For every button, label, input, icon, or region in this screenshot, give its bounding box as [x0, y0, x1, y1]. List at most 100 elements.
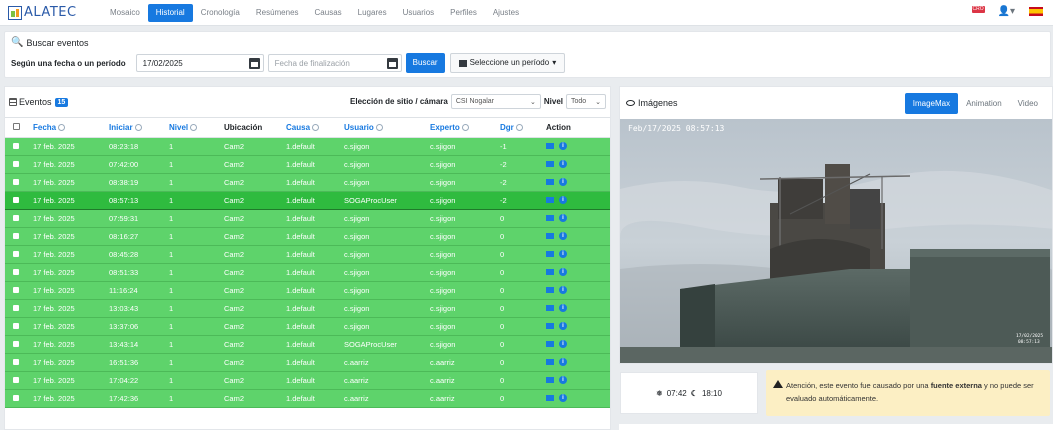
tab-video[interactable]: Video: [1010, 93, 1046, 114]
table-row[interactable]: 17 feb. 2025 17:42:36 1 Cam2 1.default c.aarr…: [5, 389, 610, 408]
info-icon[interactable]: i: [559, 178, 567, 186]
row-checkbox[interactable]: [5, 137, 29, 156]
row-checkbox[interactable]: [5, 281, 29, 300]
calendar-icon[interactable]: [248, 57, 260, 69]
mail-icon[interactable]: [546, 287, 554, 293]
notifications-icon[interactable]: CRO: [970, 6, 985, 17]
info-icon[interactable]: i: [559, 340, 567, 348]
column-header-7[interactable]: Dgr: [496, 117, 542, 138]
table-row[interactable]: 17 feb. 2025 13:37:06 1 Cam2 1.default c.sjig…: [5, 317, 610, 336]
camera-image[interactable]: Feb/17/2025 08:57:13 17/02/2025 08:57:13: [620, 119, 1053, 364]
info-icon[interactable]: i: [559, 268, 567, 276]
row-checkbox[interactable]: [5, 299, 29, 318]
nav-item-4[interactable]: Causas: [307, 4, 350, 22]
info-icon[interactable]: i: [559, 214, 567, 222]
row-checkbox[interactable]: [5, 227, 29, 246]
mail-icon[interactable]: [546, 395, 554, 401]
column-header-4[interactable]: Causa: [282, 117, 340, 138]
table-row[interactable]: 17 feb. 2025 08:45:28 1 Cam2 1.default c.sjig…: [5, 245, 610, 264]
table-row[interactable]: 17 feb. 2025 08:57:13 1 Cam2 1.default SOGAPr…: [5, 191, 610, 210]
info-icon[interactable]: i: [559, 394, 567, 402]
table-row[interactable]: 17 feb. 2025 07:59:31 1 Cam2 1.default c.sjig…: [5, 209, 610, 228]
mail-icon[interactable]: [546, 305, 554, 311]
sort-icon[interactable]: [461, 124, 469, 131]
mail-icon[interactable]: [546, 161, 554, 167]
sort-icon[interactable]: [58, 124, 66, 131]
column-header-6[interactable]: Experto: [426, 117, 496, 138]
mail-icon[interactable]: [546, 341, 554, 347]
row-checkbox[interactable]: [5, 353, 29, 372]
mail-icon[interactable]: [546, 251, 554, 257]
info-icon[interactable]: i: [559, 232, 567, 240]
table-row[interactable]: 17 feb. 2025 16:51:36 1 Cam2 1.default c.aarr…: [5, 353, 610, 372]
row-checkbox[interactable]: [5, 389, 29, 408]
mail-icon[interactable]: [546, 377, 554, 383]
info-icon[interactable]: i: [559, 142, 567, 150]
tab-animation[interactable]: Animation: [958, 93, 1010, 114]
mail-icon[interactable]: [546, 143, 554, 149]
sort-icon[interactable]: [375, 124, 383, 131]
row-checkbox[interactable]: [5, 209, 29, 228]
mail-icon[interactable]: [546, 233, 554, 239]
column-header-5[interactable]: Usuario: [340, 117, 426, 138]
sort-icon[interactable]: [190, 124, 198, 131]
period-dropdown-button[interactable]: Seleccione un período ▾: [449, 53, 566, 73]
row-checkbox[interactable]: [5, 317, 29, 336]
end-date-field[interactable]: Fecha de finalización: [267, 54, 402, 72]
row-checkbox[interactable]: [5, 371, 29, 390]
info-icon[interactable]: i: [559, 250, 567, 258]
table-row[interactable]: 17 feb. 2025 13:03:43 1 Cam2 1.default c.sjig…: [5, 299, 610, 318]
sort-icon[interactable]: [134, 124, 142, 131]
info-icon[interactable]: i: [559, 160, 567, 168]
info-icon[interactable]: i: [559, 376, 567, 384]
start-date-field[interactable]: 17/02/2025: [135, 54, 264, 72]
nav-item-2[interactable]: Cronología: [193, 4, 248, 22]
mail-icon[interactable]: [546, 359, 554, 365]
column-header-0[interactable]: Fecha: [29, 117, 105, 138]
nav-item-7[interactable]: Perfiles: [442, 4, 485, 22]
tab-imagemax[interactable]: ImageMax: [904, 93, 959, 114]
row-checkbox[interactable]: [5, 173, 29, 192]
nav-item-1[interactable]: Historial: [147, 3, 193, 22]
column-header-1[interactable]: Iniciar: [105, 117, 165, 138]
user-icon[interactable]: 👤▾: [998, 6, 1015, 17]
table-row[interactable]: 17 feb. 2025 08:38:19 1 Cam2 1.default c.sjig…: [5, 173, 610, 192]
table-row[interactable]: 17 feb. 2025 11:16:24 1 Cam2 1.default c.sjig…: [5, 281, 610, 300]
info-icon[interactable]: i: [559, 358, 567, 366]
sort-icon[interactable]: [515, 124, 523, 131]
info-icon[interactable]: i: [559, 286, 567, 294]
table-row[interactable]: 17 feb. 2025 08:23:18 1 Cam2 1.default c.sjig…: [5, 137, 610, 156]
mail-icon[interactable]: [546, 269, 554, 275]
row-checkbox[interactable]: [5, 245, 29, 264]
select-all-checkbox[interactable]: [5, 117, 29, 138]
table-row[interactable]: 17 feb. 2025 17:04:22 1 Cam2 1.default c.aarr…: [5, 371, 610, 390]
table-row[interactable]: 17 feb. 2025 13:43:14 1 Cam2 1.default SOGAPr…: [5, 335, 610, 354]
mail-icon[interactable]: [546, 323, 554, 329]
table-row[interactable]: 17 feb. 2025 08:16:27 1 Cam2 1.default c.sjig…: [5, 227, 610, 246]
nav-item-5[interactable]: Lugares: [350, 4, 395, 22]
row-checkbox[interactable]: [5, 191, 29, 210]
row-checkbox[interactable]: [5, 155, 29, 174]
table-row[interactable]: 17 feb. 2025 07:42:00 1 Cam2 1.default c.sjig…: [5, 155, 610, 174]
calendar-icon[interactable]: [386, 57, 398, 69]
mail-icon[interactable]: [546, 179, 554, 185]
info-icon[interactable]: i: [559, 304, 567, 312]
sort-icon[interactable]: [312, 124, 320, 131]
search-button[interactable]: Buscar: [405, 53, 445, 73]
column-header-2[interactable]: Nivel: [165, 117, 220, 138]
mail-icon[interactable]: [546, 197, 554, 203]
row-checkbox[interactable]: [5, 263, 29, 282]
nav-item-3[interactable]: Resúmenes: [248, 4, 307, 22]
table-row[interactable]: 17 feb. 2025 08:51:33 1 Cam2 1.default c.sjig…: [5, 263, 610, 282]
row-checkbox[interactable]: [5, 335, 29, 354]
spain-flag-icon[interactable]: [1029, 7, 1043, 16]
nav-item-6[interactable]: Usuarios: [395, 4, 443, 22]
info-icon[interactable]: i: [559, 196, 567, 204]
info-icon[interactable]: i: [559, 322, 567, 330]
nav-item-0[interactable]: Mosaico: [102, 4, 148, 22]
nav-item-8[interactable]: Ajustes: [485, 4, 527, 22]
mail-icon[interactable]: [546, 215, 554, 221]
nivel-select[interactable]: Todo ⌄: [566, 94, 606, 109]
site-select[interactable]: CSI Nogalar ⌄: [450, 94, 541, 109]
logo[interactable]: ALATEC: [8, 5, 92, 20]
